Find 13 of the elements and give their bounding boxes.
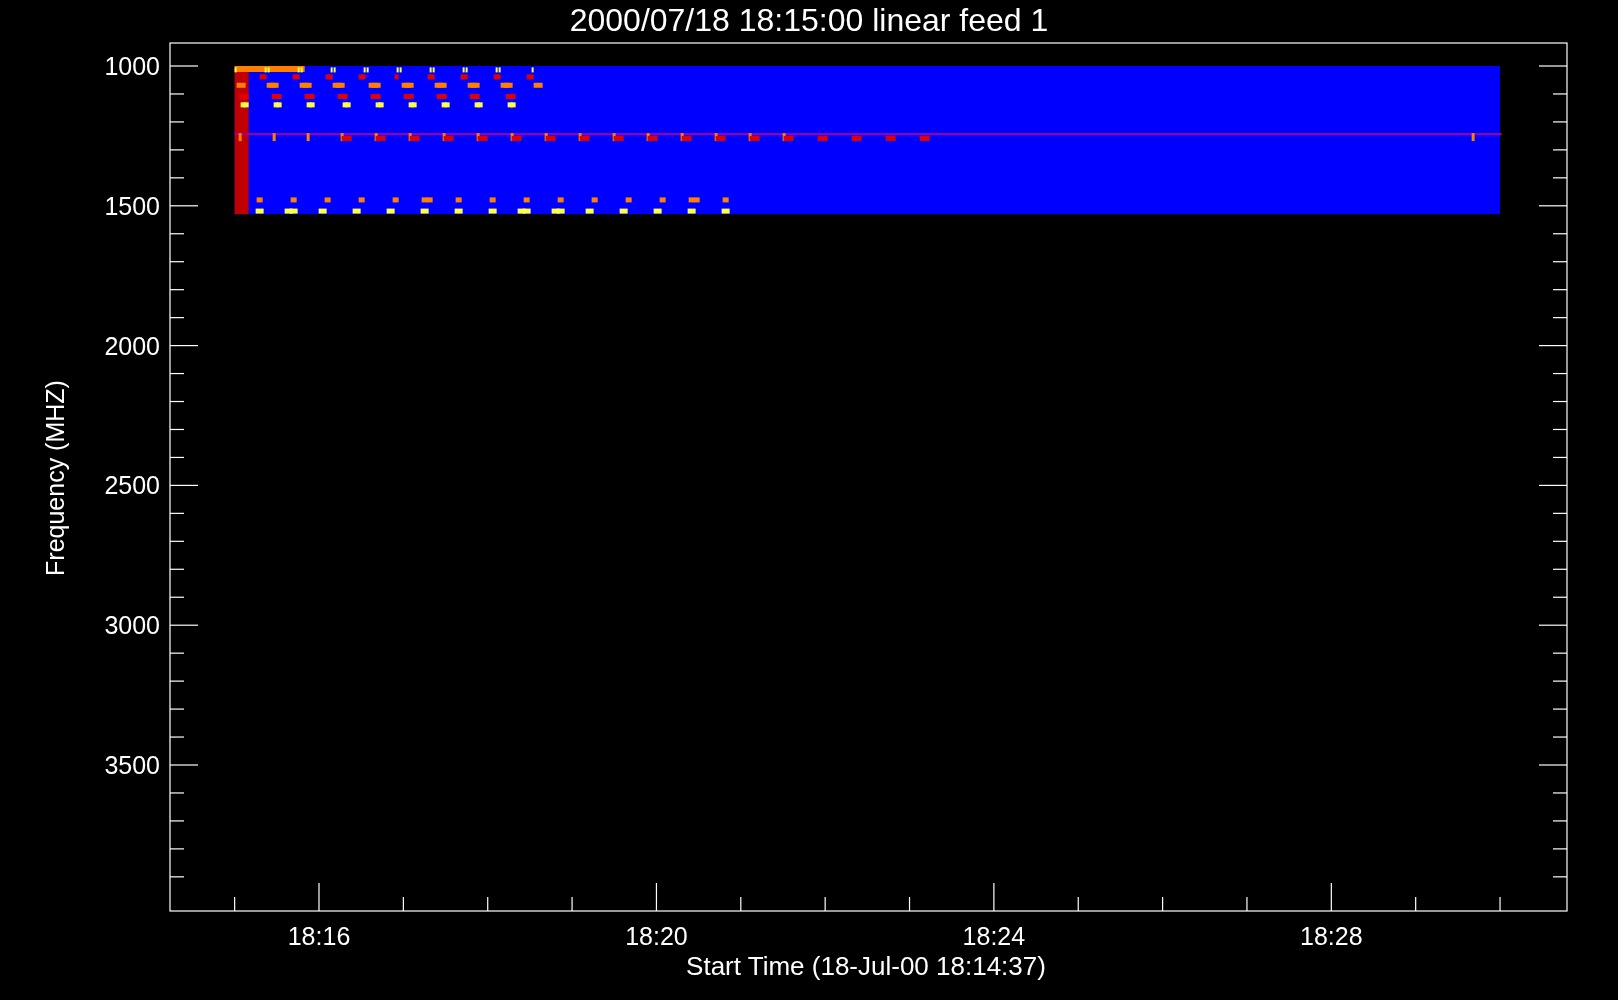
y-tick-label: 3000: [104, 611, 160, 640]
x-tick-label: 18:16: [287, 922, 351, 950]
y-axis-label: Frequency (MHZ): [41, 380, 69, 576]
y-tick-label: 3500: [104, 751, 160, 779]
y-tick-label: 1000: [104, 52, 160, 80]
y-tick-label: 2000: [104, 331, 160, 360]
x-axis-label: Start Time (18-Jul-00 18:14:37): [686, 951, 1046, 981]
y-tick-label: 1500: [104, 191, 160, 220]
plot-title: 2000/07/18 18:15:00 linear feed 1: [569, 2, 1049, 38]
y-tick-label: 2500: [104, 471, 160, 500]
x-tick-label: 18:20: [625, 922, 688, 950]
x-tick-label: 18:28: [1300, 922, 1363, 950]
x-tick-label: 18:24: [962, 922, 1026, 950]
